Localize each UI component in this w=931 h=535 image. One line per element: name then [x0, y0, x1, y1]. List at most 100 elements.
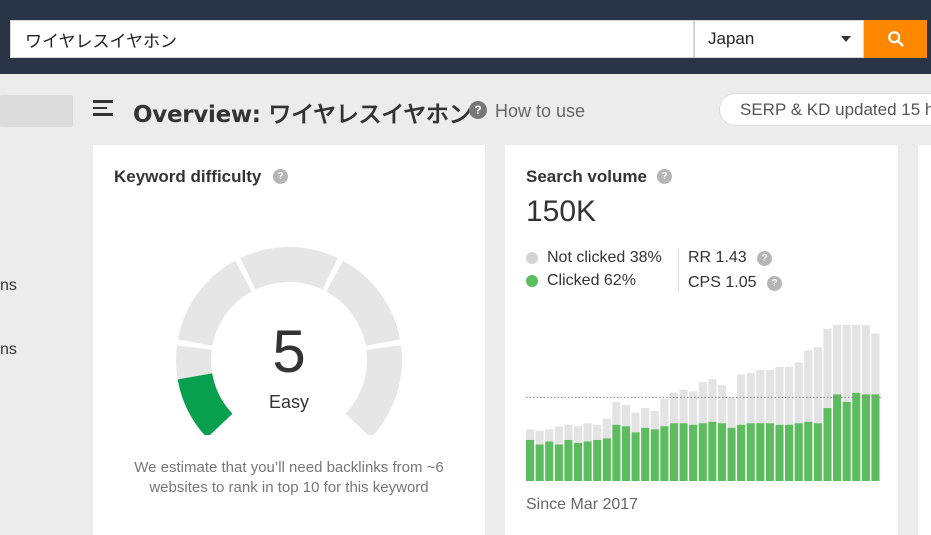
bar-not-clicked-24[interactable]	[756, 370, 765, 424]
bar-clicked-8[interactable]	[602, 438, 611, 481]
bar-not-clicked-6[interactable]	[583, 423, 592, 442]
bar-clicked-10[interactable]	[621, 426, 631, 481]
clicked-label: Clicked 62%	[547, 272, 636, 289]
bar-not-clicked-19[interactable]	[708, 379, 717, 422]
bar-not-clicked-11[interactable]	[631, 412, 640, 433]
bar-not-clicked-27[interactable]	[785, 367, 794, 425]
bar-clicked-22[interactable]	[737, 424, 746, 481]
bar-not-clicked-17[interactable]	[689, 391, 698, 425]
search-input[interactable]	[25, 29, 693, 49]
bar-not-clicked-20[interactable]	[717, 385, 726, 424]
bar-not-clicked-36[interactable]	[871, 333, 880, 395]
bar-not-clicked-35[interactable]	[861, 325, 870, 395]
bar-clicked-6[interactable]	[583, 441, 592, 481]
bar-clicked-34[interactable]	[852, 392, 861, 481]
bar-not-clicked-8[interactable]	[602, 418, 611, 439]
bar-not-clicked-31[interactable]	[823, 329, 832, 409]
bar-clicked-17[interactable]	[689, 424, 698, 481]
bar-clicked-27[interactable]	[785, 424, 794, 481]
bar-not-clicked-30[interactable]	[813, 347, 822, 424]
bar-clicked-21[interactable]	[727, 427, 736, 481]
bar-not-clicked-3[interactable]	[554, 426, 563, 445]
bar-not-clicked-2[interactable]	[545, 429, 554, 442]
how-to-use-link[interactable]: How to use	[495, 101, 585, 122]
bar-clicked-31[interactable]	[823, 408, 832, 481]
bar-clicked-0[interactable]	[526, 439, 535, 481]
bar-not-clicked-0[interactable]	[526, 429, 535, 440]
legend-divider	[678, 248, 679, 292]
bar-clicked-25[interactable]	[765, 423, 774, 481]
bar-clicked-19[interactable]	[708, 421, 717, 481]
bar-clicked-11[interactable]	[631, 432, 640, 481]
bar-not-clicked-23[interactable]	[746, 373, 755, 424]
search-button[interactable]	[864, 20, 927, 58]
bar-clicked-26[interactable]	[775, 424, 784, 481]
bar-not-clicked-9[interactable]	[612, 401, 621, 425]
gauge-segment-3	[240, 247, 338, 290]
bar-clicked-15[interactable]	[669, 423, 679, 481]
cps-label: CPS 1.05	[688, 274, 757, 291]
bar-clicked-30[interactable]	[813, 423, 822, 481]
bar-not-clicked-12[interactable]	[641, 408, 650, 428]
bar-clicked-5[interactable]	[573, 443, 583, 481]
bar-clicked-14[interactable]	[660, 426, 669, 481]
country-select-value: Japan	[708, 29, 755, 48]
bar-clicked-16[interactable]	[679, 423, 688, 481]
bar-clicked-7[interactable]	[593, 439, 602, 481]
bar-not-clicked-34[interactable]	[852, 325, 861, 393]
kd-score: 5	[272, 318, 306, 385]
bar-clicked-20[interactable]	[717, 423, 726, 481]
country-select[interactable]: Japan	[694, 20, 864, 58]
bar-not-clicked-4[interactable]	[564, 424, 573, 440]
bar-clicked-28[interactable]	[794, 423, 803, 481]
bar-not-clicked-7[interactable]	[593, 424, 602, 440]
question-icon[interactable]: ?	[469, 101, 487, 119]
keyword-difficulty-card: Keyword difficulty ? 5 Easy We estimate …	[93, 145, 485, 535]
kd-label: Easy	[268, 392, 310, 412]
bar-not-clicked-26[interactable]	[775, 367, 784, 425]
rr-help-icon[interactable]: ?	[757, 251, 773, 266]
bar-clicked-9[interactable]	[612, 424, 621, 481]
bar-clicked-23[interactable]	[746, 423, 755, 481]
bar-clicked-35[interactable]	[861, 394, 870, 481]
sv-value: 150K	[526, 195, 597, 228]
bar-not-clicked-22[interactable]	[737, 374, 746, 425]
bar-not-clicked-25[interactable]	[765, 370, 774, 424]
sidebar-item-1[interactable]: ns	[0, 277, 17, 295]
bar-not-clicked-21[interactable]	[727, 397, 736, 428]
bar-not-clicked-14[interactable]	[660, 398, 669, 427]
chevron-down-icon	[841, 36, 851, 42]
bar-not-clicked-5[interactable]	[573, 426, 583, 443]
bar-clicked-1[interactable]	[535, 444, 544, 481]
sv-help-icon[interactable]: ?	[657, 169, 672, 184]
search-box[interactable]	[10, 20, 694, 58]
kd-title: Keyword difficulty	[114, 167, 262, 186]
bar-clicked-29[interactable]	[804, 421, 813, 481]
bar-clicked-4[interactable]	[564, 439, 573, 481]
bar-not-clicked-16[interactable]	[679, 389, 688, 424]
sidebar-item-2[interactable]: ns	[0, 341, 17, 359]
bar-clicked-12[interactable]	[641, 427, 650, 481]
bar-not-clicked-32[interactable]	[833, 325, 842, 395]
sidebar-item-active[interactable]	[0, 95, 73, 127]
bar-not-clicked-29[interactable]	[804, 350, 813, 422]
bar-clicked-2[interactable]	[545, 441, 554, 481]
bar-clicked-3[interactable]	[554, 444, 563, 481]
kd-help-icon[interactable]: ?	[273, 169, 288, 184]
bar-not-clicked-1[interactable]	[535, 430, 544, 445]
hamburger-menu-icon[interactable]	[93, 100, 113, 116]
not-clicked-dot	[526, 252, 538, 264]
bar-not-clicked-18[interactable]	[698, 382, 707, 424]
bar-clicked-32[interactable]	[833, 394, 842, 481]
bar-not-clicked-10[interactable]	[621, 405, 631, 427]
bar-not-clicked-13[interactable]	[650, 411, 659, 430]
bar-clicked-24[interactable]	[756, 423, 765, 481]
bar-clicked-13[interactable]	[650, 429, 659, 481]
bar-not-clicked-28[interactable]	[794, 362, 803, 424]
legend-clicked: Clicked 62%	[526, 272, 636, 290]
bar-clicked-33[interactable]	[842, 401, 851, 481]
bar-clicked-36[interactable]	[871, 394, 880, 481]
cps-help-icon[interactable]: ?	[766, 276, 782, 291]
bar-not-clicked-33[interactable]	[842, 325, 851, 402]
bar-clicked-18[interactable]	[698, 423, 707, 481]
